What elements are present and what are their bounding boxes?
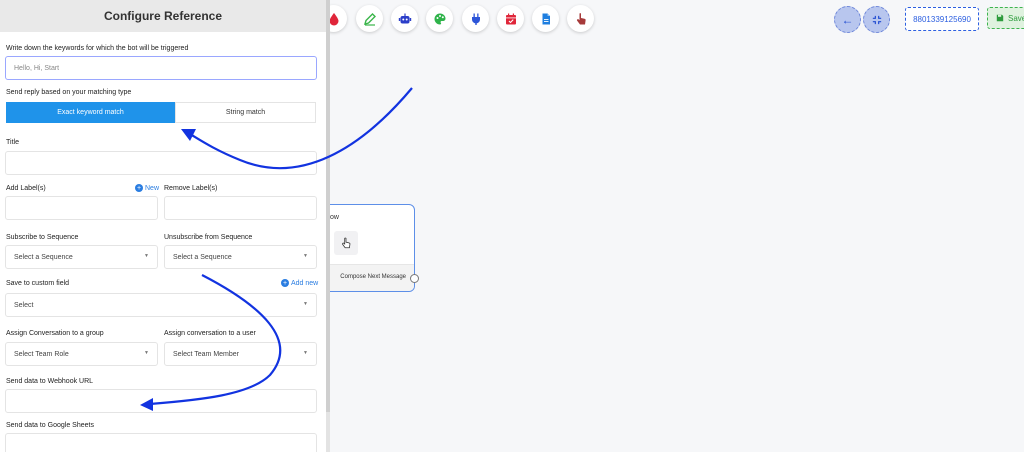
assign-user-value: Select Team Member [173,350,240,358]
assign-user-select[interactable]: Select Team Member [164,342,317,366]
add-labels-label: Add Label(s) [6,185,46,192]
back-button[interactable]: ← [834,6,861,33]
edit-icon[interactable] [356,5,383,32]
assign-group-label: Assign Conversation to a group [6,330,104,337]
robot-icon[interactable] [391,5,418,32]
google-sheets-label: Send data to Google Sheets [6,422,94,429]
add-new-custom-field-link[interactable]: + Add new [281,279,318,287]
subscribe-sequence-select[interactable]: Select a Sequence [5,245,158,269]
webhook-input[interactable] [5,389,317,413]
custom-field-label: Save to custom field [6,280,70,287]
reply-type-label: Send reply based on your matching type [6,89,132,96]
panel-title: Configure Reference [0,0,326,32]
add-new-text: Add new [291,279,319,287]
subscribe-sequence-value: Select a Sequence [14,253,73,261]
custom-field-value: Select [14,301,34,309]
hand-pointer-icon[interactable] [567,5,594,32]
floppy-disk-icon [996,14,1004,22]
compose-next-message-label: Compose Next Message [340,274,406,280]
keywords-label: Write down the keywords for which the bo… [6,45,189,52]
remove-labels-input[interactable] [164,196,317,220]
configure-reference-panel: Configure Reference Write down the keywo… [0,0,330,452]
panel-scrollbar[interactable] [326,0,330,412]
calendar-icon[interactable] [497,5,524,32]
unsubscribe-sequence-select[interactable]: Select a Sequence [164,245,317,269]
new-label-text: New [145,184,160,192]
title-label: Title [6,139,19,146]
unsubscribe-sequence-value: Select a Sequence [173,253,232,261]
save-button[interactable]: Save [987,7,1024,29]
keywords-placeholder: Hello, Hi, Start [14,64,60,72]
arrow-left-icon: ← [841,12,854,27]
assign-group-select[interactable]: Select Team Role [5,342,158,366]
plus-circle-icon: + [281,279,289,287]
compress-icon [872,15,881,24]
subscribe-sequence-label: Subscribe to Sequence [6,234,79,241]
phone-number-badge[interactable]: 8801339125690 [905,7,979,31]
title-input[interactable] [5,151,317,175]
custom-field-select[interactable]: Select [5,293,317,317]
fit-view-button[interactable] [863,6,890,33]
plus-circle-icon: + [135,184,143,192]
node-output-handle[interactable] [410,274,419,283]
string-match-tab[interactable]: String match [175,102,316,123]
webhook-label: Send data to Webhook URL [6,378,94,385]
save-label: Save [1008,13,1024,23]
remove-labels-label: Remove Label(s) [164,185,218,192]
add-labels-input[interactable] [5,196,158,220]
plug-icon[interactable] [462,5,489,32]
assign-group-value: Select Team Role [14,350,69,358]
assign-user-label: Assign conversation to a user [164,330,256,337]
file-icon[interactable] [532,5,559,32]
new-label-link[interactable]: + New [135,184,159,192]
node-title: ow [330,214,339,221]
google-sheets-input[interactable] [5,433,317,452]
hand-pointer-icon [334,231,358,255]
keywords-input[interactable]: Hello, Hi, Start [5,56,317,80]
unsubscribe-sequence-label: Unsubscribe from Sequence [164,234,253,241]
phone-number-text: 8801339125690 [913,14,971,24]
exact-keyword-match-tab[interactable]: Exact keyword match [6,102,175,123]
palette-icon[interactable] [426,5,453,32]
